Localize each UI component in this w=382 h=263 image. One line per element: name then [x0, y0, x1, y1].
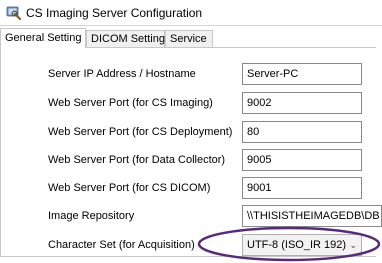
server-ip-label: Server IP Address / Hostname	[48, 68, 196, 80]
web-port-dicom-label: Web Server Port (for CS DICOM)	[48, 182, 211, 194]
character-set-select[interactable]: UTF-8 (ISO_IR 192) ⌄	[242, 234, 362, 256]
web-port-dicom-input[interactable]: 9001	[242, 177, 362, 199]
window-title: CS Imaging Server Configuration	[26, 6, 203, 20]
web-port-dicom-row: Web Server Port (for CS DICOM) 9001	[0, 177, 382, 201]
tab-strip: General Setting DICOM Setting Service	[0, 28, 382, 48]
image-repository-input[interactable]: \\THISISTHEIMAGEDB\DB	[242, 205, 382, 227]
config-window: CS Imaging Server Configuration General …	[0, 0, 382, 262]
server-ip-input[interactable]: Server-PC	[242, 63, 362, 85]
title-bar: CS Imaging Server Configuration	[0, 0, 382, 26]
character-set-label: Character Set (for Acquisition)	[48, 239, 195, 251]
web-port-imaging-input[interactable]: 9002	[242, 92, 362, 114]
web-port-collector-row: Web Server Port (for Data Collector) 900…	[0, 149, 382, 173]
character-set-row: Character Set (for Acquisition) UTF-8 (I…	[0, 234, 382, 258]
tab-dicom-setting[interactable]: DICOM Setting	[86, 30, 165, 47]
wrench-icon	[6, 5, 22, 21]
web-port-deployment-label: Web Server Port (for CS Deployment)	[48, 126, 233, 138]
web-port-collector-label: Web Server Port (for Data Collector)	[48, 154, 226, 166]
image-repository-row: Image Repository \\THISISTHEIMAGEDB\DB	[0, 205, 382, 229]
web-port-imaging-label: Web Server Port (for CS Imaging)	[48, 97, 213, 109]
character-set-value: UTF-8 (ISO_IR 192)	[247, 239, 347, 251]
web-port-collector-input[interactable]: 9005	[242, 149, 362, 171]
chevron-down-icon[interactable]: ⌄	[349, 235, 357, 255]
web-port-imaging-row: Web Server Port (for CS Imaging) 9002	[0, 92, 382, 116]
tab-service[interactable]: Service	[165, 30, 213, 47]
image-repository-label: Image Repository	[48, 210, 135, 222]
web-port-deployment-row: Web Server Port (for CS Deployment) 80	[0, 121, 382, 145]
server-ip-row: Server IP Address / Hostname Server-PC	[0, 63, 382, 87]
web-port-deployment-input[interactable]: 80	[242, 121, 362, 143]
tab-general-setting[interactable]: General Setting	[0, 28, 86, 48]
